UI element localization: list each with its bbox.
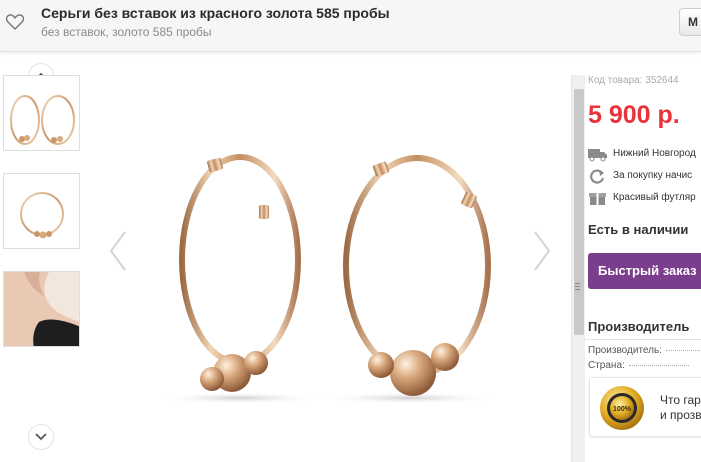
guarantee-text: Что гар и прозв: [660, 393, 701, 423]
guarantee-card[interactable]: 100% Что гар и прозв: [589, 377, 701, 437]
scrollbar-thumb[interactable]: [574, 89, 584, 335]
thumbnail-single[interactable]: [3, 173, 80, 249]
thumbnail-pair[interactable]: [3, 75, 80, 151]
refresh-icon: [590, 169, 605, 184]
thumbs-down-button[interactable]: [28, 424, 54, 450]
guarantee-line-2: и прозв: [660, 408, 701, 422]
product-header: Серьги без вставок из красного золота 58…: [0, 0, 701, 52]
feature-delivery-text: Нижний Новгород: [613, 148, 696, 159]
scrollbar-grip-icon: [575, 283, 580, 290]
header-menu-button[interactable]: М: [679, 8, 701, 36]
quick-order-button[interactable]: Быстрый заказ: [588, 253, 701, 289]
panel-scrollbar[interactable]: [571, 75, 585, 462]
page-subtitle: без вставок, золото 585 пробы: [41, 25, 212, 39]
next-image-arrow[interactable]: [532, 230, 552, 272]
page-title: Серьги без вставок из красного золота 58…: [41, 5, 390, 21]
truck-icon: [588, 149, 607, 162]
chevron-down-icon: [35, 433, 47, 441]
country-field: Страна:: [588, 360, 689, 371]
country-label: Страна:: [588, 360, 625, 371]
earring-single-image: [20, 192, 64, 239]
product-price: 5 900 р.: [588, 101, 680, 129]
thumbnail-model[interactable]: [3, 271, 80, 347]
feature-box-text: Красивый футляр: [613, 192, 696, 203]
manufacturer-divider: [584, 339, 701, 340]
guarantee-line-1: Что гар: [660, 393, 701, 407]
quality-seal-icon: 100%: [600, 386, 644, 430]
svg-text:100%: 100%: [613, 406, 632, 413]
feature-bonus-text: За покупку начис: [613, 170, 693, 181]
model-photo-image: [4, 272, 79, 346]
manufacturer-heading: Производитель: [588, 319, 690, 334]
manufacturer-label: Производитель:: [588, 345, 662, 356]
stock-status: Есть в наличии: [588, 222, 689, 237]
heart-icon[interactable]: [6, 14, 24, 30]
manufacturer-field: Производитель:: [588, 345, 701, 356]
product-sku: Код товара: 352644: [588, 75, 679, 86]
gift-icon: [589, 193, 606, 205]
prev-image-arrow[interactable]: [108, 230, 128, 272]
earrings-pair-image: [10, 95, 75, 145]
main-product-image: [155, 154, 500, 404]
